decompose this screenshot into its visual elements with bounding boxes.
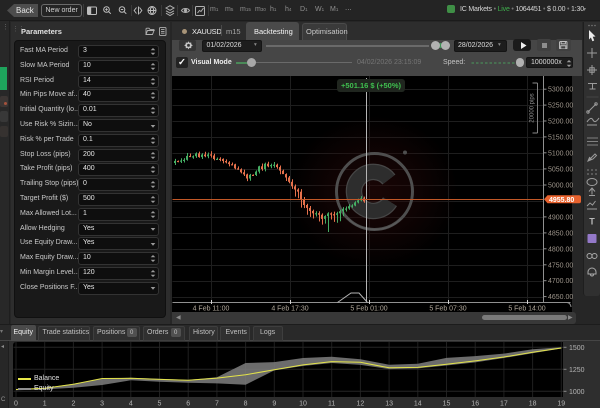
svg-text:8: 8 xyxy=(244,401,248,408)
svg-text:19: 19 xyxy=(557,401,565,408)
svg-text:0: 0 xyxy=(14,401,18,408)
svg-text:18: 18 xyxy=(529,401,537,408)
svg-text:15: 15 xyxy=(443,401,451,408)
svg-text:5100.00: 5100.00 xyxy=(548,150,573,157)
svg-text:4650.00: 4650.00 xyxy=(548,294,573,301)
svg-text:+501.16 $ (+50%): +501.16 $ (+50%) xyxy=(341,81,402,90)
svg-text:5050.00: 5050.00 xyxy=(548,166,573,173)
svg-text:1: 1 xyxy=(43,401,47,408)
svg-text:4800.00: 4800.00 xyxy=(548,246,573,253)
svg-text:12: 12 xyxy=(357,401,365,408)
svg-text:4900.00: 4900.00 xyxy=(548,214,573,221)
svg-text:1500: 1500 xyxy=(569,345,585,352)
svg-text:3: 3 xyxy=(100,401,104,408)
svg-text:17: 17 xyxy=(500,401,508,408)
svg-text:14: 14 xyxy=(414,401,422,408)
svg-text:5250.00: 5250.00 xyxy=(548,103,573,110)
svg-text:1000: 1000 xyxy=(569,389,585,396)
svg-text:13: 13 xyxy=(385,401,393,408)
svg-text:4750.00: 4750.00 xyxy=(548,262,573,269)
svg-text:7: 7 xyxy=(215,401,219,408)
svg-text:9: 9 xyxy=(272,401,276,408)
svg-text:10: 10 xyxy=(299,401,307,408)
svg-text:5: 5 xyxy=(158,401,162,408)
svg-text:4700.00: 4700.00 xyxy=(548,278,573,285)
svg-text:6: 6 xyxy=(186,401,190,408)
svg-text:5150.00: 5150.00 xyxy=(548,134,573,141)
svg-text:4955.80: 4955.80 xyxy=(549,197,574,204)
svg-text:16: 16 xyxy=(471,401,479,408)
svg-text:5000.00: 5000.00 xyxy=(548,183,573,190)
svg-text:11: 11 xyxy=(328,401,335,408)
svg-text:4: 4 xyxy=(129,401,133,408)
svg-text:2: 2 xyxy=(71,401,75,408)
svg-text:20000 pips: 20000 pips xyxy=(530,93,536,122)
svg-text:1250: 1250 xyxy=(569,367,585,374)
svg-text:5200.00: 5200.00 xyxy=(548,119,573,126)
svg-text:T: T xyxy=(589,217,595,227)
svg-text:5300.00: 5300.00 xyxy=(548,87,573,94)
svg-text:4850.00: 4850.00 xyxy=(548,230,573,237)
